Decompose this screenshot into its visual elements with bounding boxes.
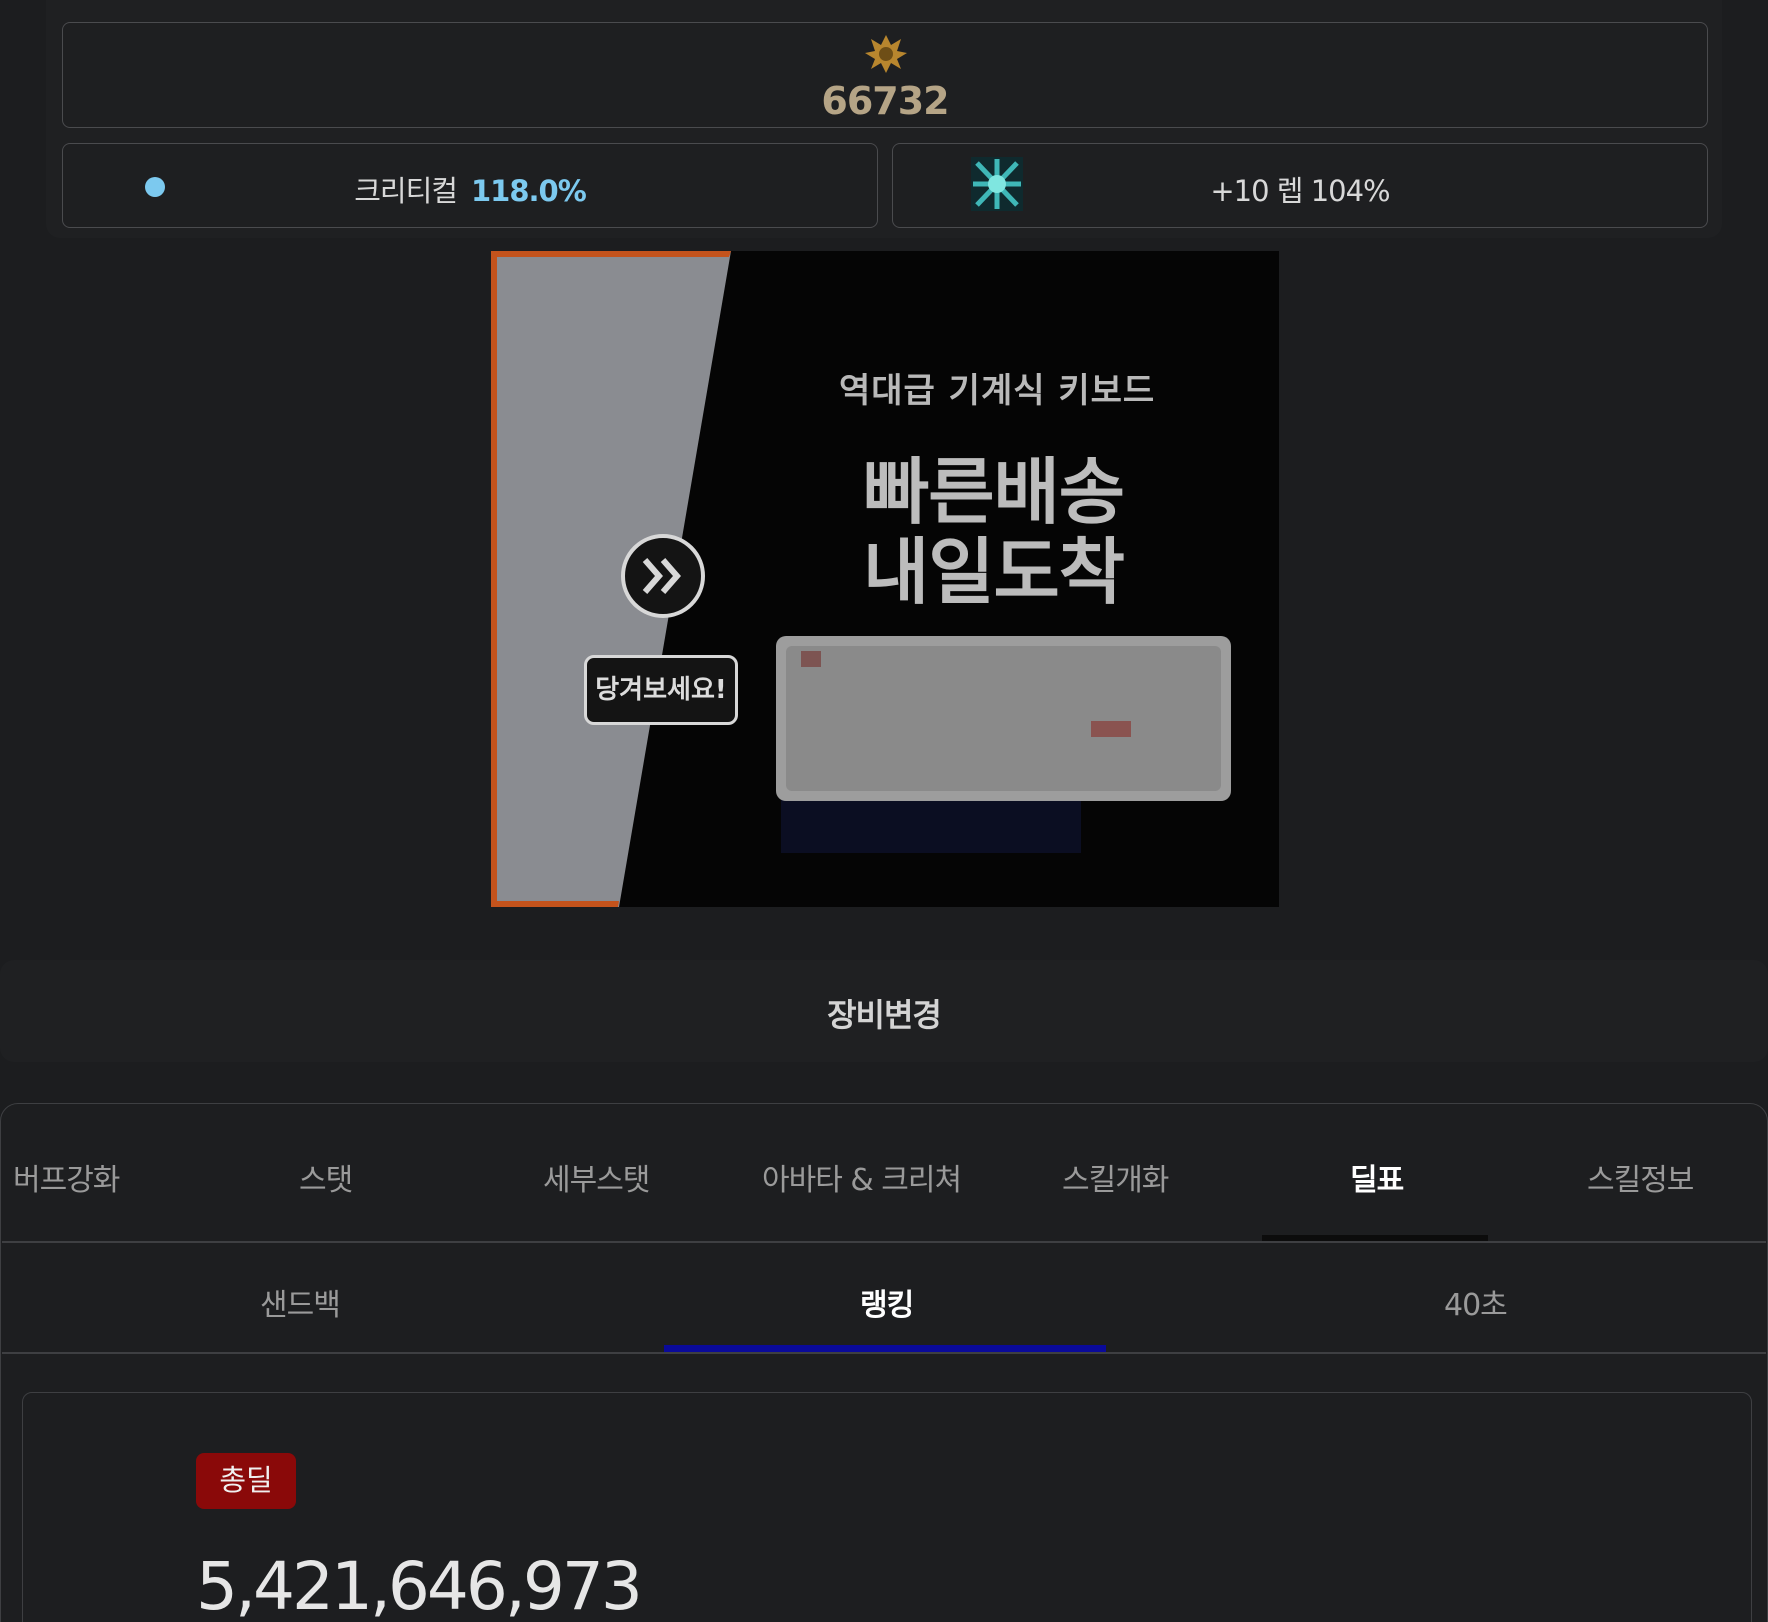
combat-power-box: 66732 [62, 22, 1708, 128]
subtab-ranking[interactable]: 랭킹 [860, 1280, 914, 1324]
rune-stat-text: +10 렙 104% [1210, 174, 1390, 208]
subtab-sandbag[interactable]: 샌드백 [260, 1280, 341, 1324]
ad-subtitle: 역대급 기계식 키보드 [839, 371, 1156, 411]
tab-buff-enhance[interactable]: 버프강화 [13, 1155, 120, 1199]
equipment-change-button[interactable]: 장비변경 [0, 960, 1768, 1062]
tab-avatar-creature[interactable]: 아바타 & 크리쳐 [762, 1155, 962, 1199]
tab-skill-info[interactable]: 스킬정보 [1587, 1155, 1694, 1199]
ad-headline-2: 내일도착 [863, 530, 1125, 614]
rune-stat-box: +10 렙 104% [892, 143, 1708, 228]
tab-skill-bloom[interactable]: 스킬개화 [1062, 1155, 1169, 1199]
total-damage-value: 5,421,646,973 [196, 1548, 643, 1622]
tabs-divider [2, 1241, 1766, 1243]
subtabs-divider [2, 1352, 1766, 1354]
ad-pull-bubble: 당겨보세요! [584, 655, 738, 725]
total-damage-badge: 총딜 [196, 1453, 296, 1509]
tab-damage-table[interactable]: 딜표 [1350, 1155, 1404, 1199]
advertisement-banner[interactable]: 역대급 기계식 키보드 빠른배송 내일도착 당겨보세요! [491, 251, 1279, 907]
equipment-change-label: 장비변경 [827, 996, 942, 1034]
subtab-40sec[interactable]: 40초 [1444, 1280, 1508, 1324]
double-chevron-icon [642, 558, 681, 594]
critical-label: 크리티컬 [354, 174, 458, 208]
critical-value: 118.0% [470, 174, 587, 208]
critical-stat-box: 크리티컬 118.0% [62, 143, 878, 228]
tab-detail-stats[interactable]: 세부스탯 [543, 1155, 650, 1199]
combat-power-value: 66732 [821, 79, 949, 123]
main-tabs: 버프강화 스탯 세부스탯 아바타 & 크리쳐 스킬개화 딜표 스킬정보 [0, 1103, 1768, 1243]
active-subtab-indicator [664, 1345, 1106, 1352]
tab-stats[interactable]: 스탯 [299, 1155, 353, 1199]
gold-emblem-icon [865, 35, 907, 73]
